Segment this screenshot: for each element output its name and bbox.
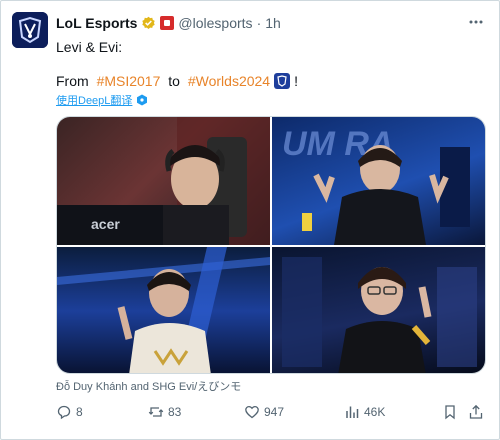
affiliation-badge-icon: [160, 16, 175, 30]
views-count: 46K: [364, 405, 386, 419]
bookmark-icon: [445, 405, 455, 420]
deepl-icon: [137, 94, 148, 106]
tweet-text-mid: to: [164, 73, 184, 89]
lol-esports-logo-icon: [12, 12, 48, 48]
views-chart-icon: [346, 406, 359, 418]
media-caption: Đỗ Duy Khánh and SHG Evi/えびンモ: [56, 381, 242, 393]
more-dots-icon: [469, 20, 483, 24]
account-handle[interactable]: @lolesports: [178, 15, 252, 31]
repost-button[interactable]: 83: [148, 402, 181, 422]
translate-label: 使用DeepL翻译: [56, 95, 133, 107]
hashtag-worlds2024[interactable]: #Worlds2024: [188, 72, 270, 90]
tweet-text-prefix: From: [56, 73, 93, 89]
worlds-hashflag-icon: [274, 73, 291, 89]
share-button[interactable]: [468, 402, 484, 422]
photo-4[interactable]: [272, 247, 485, 373]
bookmark-button[interactable]: [442, 402, 458, 422]
action-bar: 8 83 947 46K: [56, 402, 486, 422]
repost-icon: [148, 407, 164, 417]
reply-count: 8: [76, 405, 83, 419]
tweet-text-suffix: !: [294, 73, 298, 89]
photo-1[interactable]: acer: [57, 117, 270, 245]
photo-grid: acer UM RA: [56, 116, 486, 374]
views-button[interactable]: 46K: [344, 402, 385, 422]
more-options-button[interactable]: [466, 12, 486, 32]
photo-2[interactable]: UM RA: [272, 117, 485, 245]
account-avatar[interactable]: [12, 12, 48, 48]
like-button[interactable]: 947: [244, 402, 284, 422]
translate-link[interactable]: 使用DeepL翻译: [56, 92, 148, 108]
photo-3[interactable]: [57, 247, 270, 373]
tweet-text-line1: Levi & Evi:: [56, 39, 123, 55]
share-icon: [469, 404, 483, 419]
heart-icon: [245, 405, 259, 419]
account-name[interactable]: LoL Esports: [56, 15, 137, 31]
post-timestamp[interactable]: 1h: [265, 15, 281, 31]
reply-icon: [57, 405, 71, 420]
reply-button[interactable]: 8: [56, 402, 83, 422]
verified-badge-icon: [142, 16, 156, 29]
separator-dot: ·: [256, 15, 262, 31]
svg-text:acer: acer: [91, 216, 120, 232]
tweet-header: LoL Esports @lolesports · 1h: [56, 13, 281, 33]
tweet-text-line2: From #MSI2017 to #Worlds2024 !: [56, 72, 298, 90]
repost-count: 83: [168, 405, 182, 419]
hashtag-msi2017[interactable]: #MSI2017: [97, 72, 161, 90]
like-count: 947: [264, 405, 285, 419]
